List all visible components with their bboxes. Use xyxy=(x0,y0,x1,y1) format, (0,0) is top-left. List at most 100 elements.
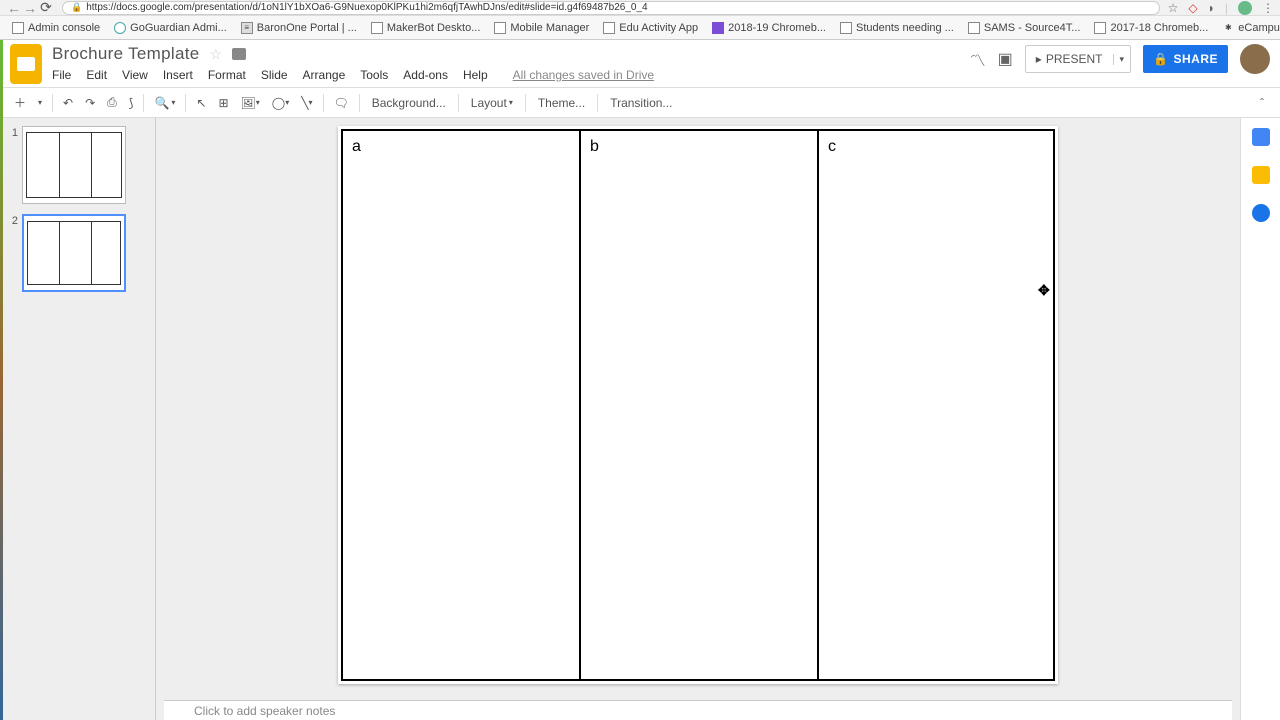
canvas-area: a b c ✥ Click to add speaker notes xyxy=(156,118,1240,720)
comments-icon[interactable]: ▣ xyxy=(998,49,1013,69)
present-button[interactable]: ▸PRESENT ▾ xyxy=(1025,45,1131,73)
ext-sep: | xyxy=(1225,1,1228,15)
transition-button[interactable]: Transition... xyxy=(602,91,680,115)
menu-format[interactable]: Format xyxy=(208,68,246,82)
layout-button[interactable]: Layout ▾ xyxy=(463,91,521,115)
slide-canvas[interactable]: a b c ✥ xyxy=(338,126,1058,684)
bookmark-label: Admin console xyxy=(28,22,100,34)
bookmark-item[interactable]: ✱eCampus: Home xyxy=(1216,20,1280,36)
doc-title[interactable]: Brochure Template xyxy=(52,44,199,64)
select-tool[interactable]: ↖ xyxy=(190,91,212,115)
slide-thumbnail-2[interactable] xyxy=(22,214,126,292)
menu-bar: File Edit View Insert Format Slide Arran… xyxy=(52,68,970,82)
ext-icon-2[interactable]: ◗ xyxy=(1208,1,1215,15)
menu-slide[interactable]: Slide xyxy=(261,68,288,82)
redo-button[interactable]: ↷ xyxy=(79,91,101,115)
slide-thumbnail-1[interactable] xyxy=(22,126,126,204)
back-button[interactable]: ← xyxy=(6,0,22,16)
keep-icon[interactable] xyxy=(1252,166,1270,184)
lock-icon: 🔒 xyxy=(71,2,82,13)
bookmark-item[interactable]: SAMS - Source4T... xyxy=(962,20,1087,36)
menu-arrange[interactable]: Arrange xyxy=(303,68,346,82)
bookmark-item[interactable]: Edu Activity App xyxy=(597,20,704,36)
speaker-notes[interactable]: Click to add speaker notes xyxy=(164,700,1232,720)
bookmark-item[interactable]: Mobile Manager xyxy=(488,20,595,36)
chrome-menu-icon[interactable]: ⋮ xyxy=(1262,1,1274,15)
menu-view[interactable]: View xyxy=(122,68,148,82)
star-icon[interactable]: ☆ xyxy=(1168,1,1179,15)
reload-button[interactable]: ⟳ xyxy=(38,0,54,16)
new-slide-dropdown[interactable]: ▾ xyxy=(32,91,48,115)
panel-c-text[interactable]: c xyxy=(828,138,836,156)
present-label: PRESENT xyxy=(1046,52,1103,66)
brochure-frame xyxy=(341,129,1055,681)
bookmark-item[interactable]: MakerBot Deskto... xyxy=(365,20,487,36)
canvas-scroll[interactable]: a b c ✥ xyxy=(156,118,1240,700)
comment-button[interactable]: 🗨 xyxy=(328,91,355,115)
bookmark-item[interactable]: Students needing ... xyxy=(834,20,960,36)
doc-icon xyxy=(371,22,383,34)
side-panel-rail xyxy=(1240,118,1280,720)
bookmark-item[interactable]: Admin console xyxy=(6,20,106,36)
menu-help[interactable]: Help xyxy=(463,68,488,82)
theme-button[interactable]: Theme... xyxy=(530,91,593,115)
bookmark-item[interactable]: ≡ BaronOne Portal | ... xyxy=(235,20,363,36)
move-folder-icon[interactable] xyxy=(232,48,246,60)
bookmark-label: Edu Activity App xyxy=(619,22,698,34)
layout-label: Layout xyxy=(471,96,507,110)
url-bar[interactable]: 🔒 https://docs.google.com/presentation/d… xyxy=(62,1,1160,15)
toolbar: ＋ ▾ ↶ ↷ ⎙ ⟆ 🔍 ▾ ↖ ⊞ 🖼 ▾ ◯ ▾ ╲ ▾ 🗨 Backgr… xyxy=(0,88,1280,118)
textbox-tool[interactable]: ⊞ xyxy=(212,91,234,115)
star-icon[interactable]: ☆ xyxy=(209,46,222,63)
present-dropdown[interactable]: ▾ xyxy=(1113,54,1131,65)
browser-right-icons: ☆ ◇ ◗ | ⋮ xyxy=(1168,1,1274,15)
undo-button[interactable]: ↶ xyxy=(57,91,79,115)
bookmark-item[interactable]: 2018-19 Chromeb... xyxy=(706,20,832,36)
profile-avatar-small[interactable] xyxy=(1238,1,1252,15)
print-button[interactable]: ⎙ xyxy=(101,91,123,115)
tasks-icon[interactable] xyxy=(1252,204,1270,222)
bookmark-item[interactable]: GoGuardian Admi... xyxy=(108,20,233,36)
save-status[interactable]: All changes saved in Drive xyxy=(513,68,654,82)
doc-icon: ≡ xyxy=(241,22,253,34)
bookmarks-bar: Admin console GoGuardian Admi... ≡ BaronO… xyxy=(0,16,1280,40)
menu-file[interactable]: File xyxy=(52,68,71,82)
bookmark-label: eCampus: Home xyxy=(1238,22,1280,34)
panel-a-text[interactable]: a xyxy=(352,138,361,156)
url-text: https://docs.google.com/presentation/d/1… xyxy=(86,2,647,13)
menu-tools[interactable]: Tools xyxy=(360,68,388,82)
doc-icon xyxy=(968,22,980,34)
paint-format-button[interactable]: ⟆ xyxy=(123,91,140,115)
menu-edit[interactable]: Edit xyxy=(86,68,107,82)
line-tool[interactable]: ╲ ▾ xyxy=(295,91,318,115)
brochure-divider-1 xyxy=(579,131,581,679)
sheets-icon xyxy=(712,22,724,34)
background-button[interactable]: Background... xyxy=(364,91,454,115)
share-button[interactable]: 🔒 SHARE xyxy=(1143,45,1228,73)
bookmark-label: 2018-19 Chromeb... xyxy=(728,22,826,34)
shape-tool[interactable]: ◯ ▾ xyxy=(266,91,295,115)
bookmark-label: 2017-18 Chromeb... xyxy=(1110,22,1208,34)
doc-icon xyxy=(12,22,24,34)
collapse-toolbar-icon[interactable]: ˆ xyxy=(1252,96,1272,110)
doc-icon xyxy=(1094,22,1106,34)
zoom-button[interactable]: 🔍 ▾ xyxy=(148,91,181,115)
account-avatar[interactable] xyxy=(1240,44,1270,74)
bookmark-item[interactable]: 2017-18 Chromeb... xyxy=(1088,20,1214,36)
bookmark-label: BaronOne Portal | ... xyxy=(257,22,357,34)
bookmark-label: MakerBot Deskto... xyxy=(387,22,481,34)
explore-icon[interactable]: 〽 xyxy=(970,47,986,71)
image-tool[interactable]: 🖼 ▾ xyxy=(235,91,266,115)
ext-icon-1[interactable]: ◇ xyxy=(1188,1,1197,15)
menu-addons[interactable]: Add-ons xyxy=(403,68,448,82)
new-slide-button[interactable]: ＋ xyxy=(8,91,32,115)
panel-b-text[interactable]: b xyxy=(590,138,599,156)
menu-insert[interactable]: Insert xyxy=(163,68,193,82)
share-label: SHARE xyxy=(1173,52,1218,66)
slides-logo[interactable] xyxy=(10,44,42,84)
lock-icon: 🔒 xyxy=(1153,52,1168,66)
calendar-icon[interactable] xyxy=(1252,128,1270,146)
brochure-divider-2 xyxy=(817,131,819,679)
filmstrip: 1 2 xyxy=(0,118,156,720)
doc-icon xyxy=(603,22,615,34)
